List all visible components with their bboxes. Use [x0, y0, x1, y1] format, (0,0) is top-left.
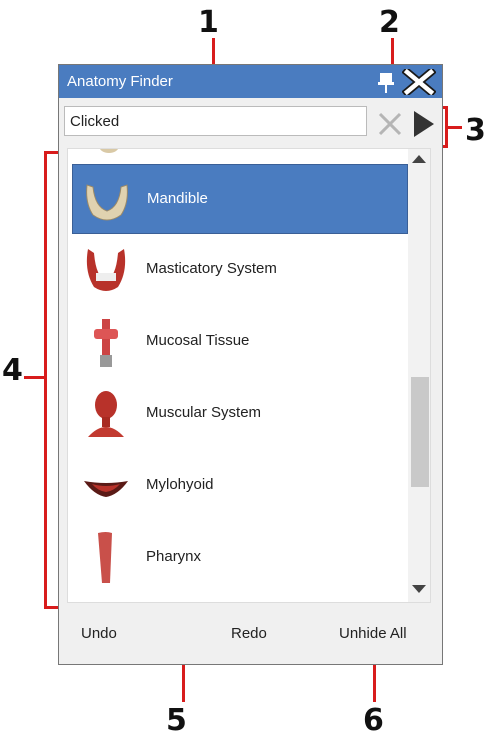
scroll-up-icon[interactable] [412, 155, 426, 163]
list-scrollbar[interactable] [408, 149, 430, 602]
mucosal-tissue-icon [94, 319, 118, 367]
scroll-down-icon[interactable] [412, 585, 426, 593]
pin-icon[interactable] [377, 71, 395, 93]
unhide-all-button[interactable]: Unhide All [339, 625, 407, 642]
redo-button[interactable]: Redo [231, 625, 267, 642]
item-label: Pharynx [146, 548, 202, 565]
annotation-5: 5 [166, 703, 187, 738]
mylohyoid-icon [84, 481, 128, 497]
title-bar: Anatomy Finder [59, 65, 442, 98]
list-item-masticatory-system[interactable]: Masticatory System [72, 235, 408, 305]
item-label: Mylohyoid [146, 476, 214, 493]
annotation-6: 6 [363, 703, 384, 738]
annotation-4: 4 [2, 353, 23, 388]
muscular-system-icon [88, 391, 124, 437]
item-label: Mandible [147, 190, 208, 207]
annotation-3: 3 [465, 113, 486, 148]
anatomy-list[interactable]: Mandible Masticatory System Mucosal Tiss… [67, 148, 431, 603]
window-title: Anatomy Finder [67, 73, 173, 90]
list-item-mylohyoid[interactable]: Mylohyoid [72, 451, 408, 521]
annotation-2: 2 [379, 5, 400, 40]
list-item-muscular-system[interactable]: Muscular System [72, 379, 408, 449]
undo-button[interactable]: Undo [81, 625, 117, 642]
list-item-mucosal-tissue[interactable]: Mucosal Tissue [72, 307, 408, 377]
go-arrow-icon[interactable] [410, 109, 438, 139]
item-label: Mucosal Tissue [146, 332, 250, 349]
search-value: Clicked [70, 113, 120, 130]
pharynx-icon [98, 532, 112, 583]
list-item-pharynx[interactable]: Pharynx [72, 523, 408, 593]
partial-thumbnail-icon [99, 149, 119, 153]
clear-search-icon[interactable] [375, 109, 405, 139]
close-icon[interactable] [402, 69, 436, 95]
search-input[interactable]: Clicked [64, 106, 367, 136]
list-item-mandible[interactable]: Mandible [72, 164, 408, 234]
annotation-1: 1 [198, 5, 219, 40]
annotation-line-4 [24, 376, 45, 379]
masticatory-system-icon [86, 249, 126, 291]
anatomy-finder-panel: Anatomy Finder Clicked Mandible Masticat… [58, 64, 443, 665]
item-label: Muscular System [146, 404, 262, 421]
item-label: Masticatory System [146, 260, 277, 277]
scroll-thumb[interactable] [411, 377, 429, 487]
annotation-line-3 [448, 126, 462, 129]
mandible-icon [86, 184, 128, 221]
